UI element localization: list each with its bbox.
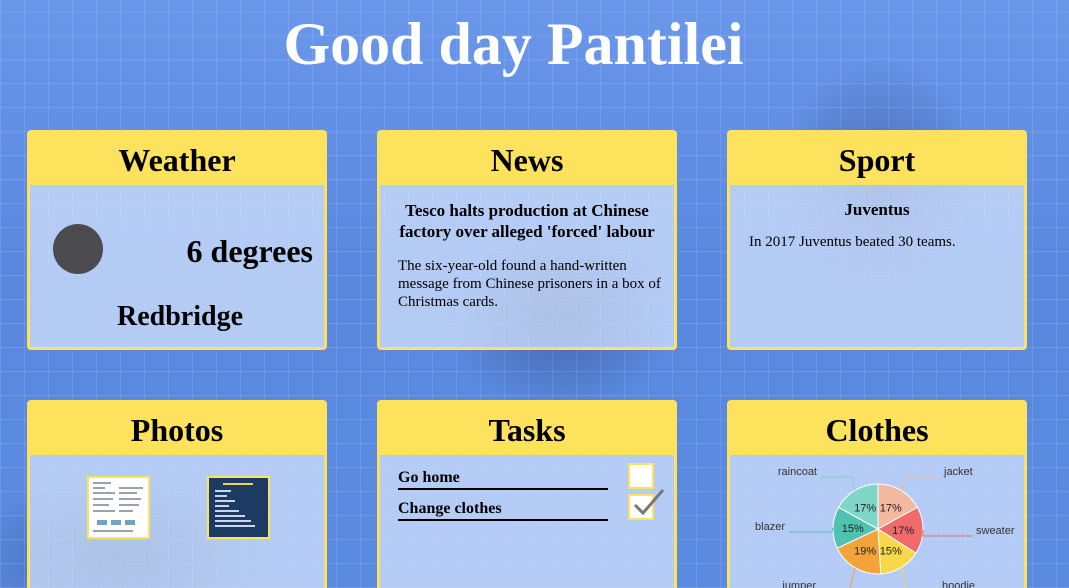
pie-leader-line [821,476,856,491]
news-title: News [380,133,674,185]
news-card[interactable]: News Tesco halts production at Chinese f… [377,130,677,350]
greeting-title: Good day Pantilei [283,11,744,77]
news-headline[interactable]: Tesco halts production at Chinese factor… [380,185,674,242]
news-body: The six-year-old found a hand-written me… [398,258,661,310]
sport-team: Juventus [844,200,910,219]
pie-category-label: jacket [943,466,973,478]
weather-card[interactable]: Weather 6 degrees Redbridge [27,130,327,350]
photos-title: Photos [30,403,324,455]
weather-location: Redbridge [117,301,243,332]
task-item: Change clothes [398,500,608,521]
task-checkbox[interactable] [628,463,654,489]
pie-category-label: blazer [755,521,785,533]
pie-percent-label: 17% [854,502,876,514]
weather-temperature: 6 degrees [186,233,313,269]
pie-leader-line [922,530,972,537]
tasks-card[interactable]: Tasks Go home Change clothes [377,400,677,588]
task-item: Go home [398,469,608,490]
task-checkbox[interactable] [628,489,665,520]
sport-card[interactable]: Sport Juventus In 2017 Juventus beated 3… [727,130,1027,350]
pie-category-label: hoodie [942,580,975,588]
sport-body: In 2017 Juventus beated 30 teams. [749,234,956,250]
tasks-title: Tasks [380,403,674,455]
pie-leader-line [900,567,907,588]
pie-percent-label: 19% [854,546,876,558]
clothes-card[interactable]: Clothes 17% jacket 17% sweater 15% hoodie 19% j… [727,400,1027,588]
photo-thumbnail[interactable] [207,476,270,539]
weather-title: Weather [30,133,324,185]
clothes-title: Clothes [730,403,1024,455]
pie-category-label: jumper [781,580,816,588]
photo-thumbnail[interactable] [87,476,150,539]
pie-leader-line [849,567,856,588]
sport-title: Sport [730,133,1024,185]
pie-category-label: sweater [976,525,1015,537]
pie-percent-label: 17% [892,525,914,537]
photos-card[interactable]: Photos [27,400,327,588]
pie-percent-label: 17% [880,502,902,514]
pie-percent-label: 15% [880,546,902,558]
pie-leader-line [789,527,834,533]
weather-icon [53,224,103,274]
pie-percent-label: 15% [842,523,864,535]
pie-leader-line [900,476,940,491]
pie-category-label: raincoat [778,466,817,478]
checkmark-icon [633,489,665,516]
clothes-pie-chart: 17% jacket 17% sweater 15% hoodie 19% jumper 15%… [755,466,1015,588]
